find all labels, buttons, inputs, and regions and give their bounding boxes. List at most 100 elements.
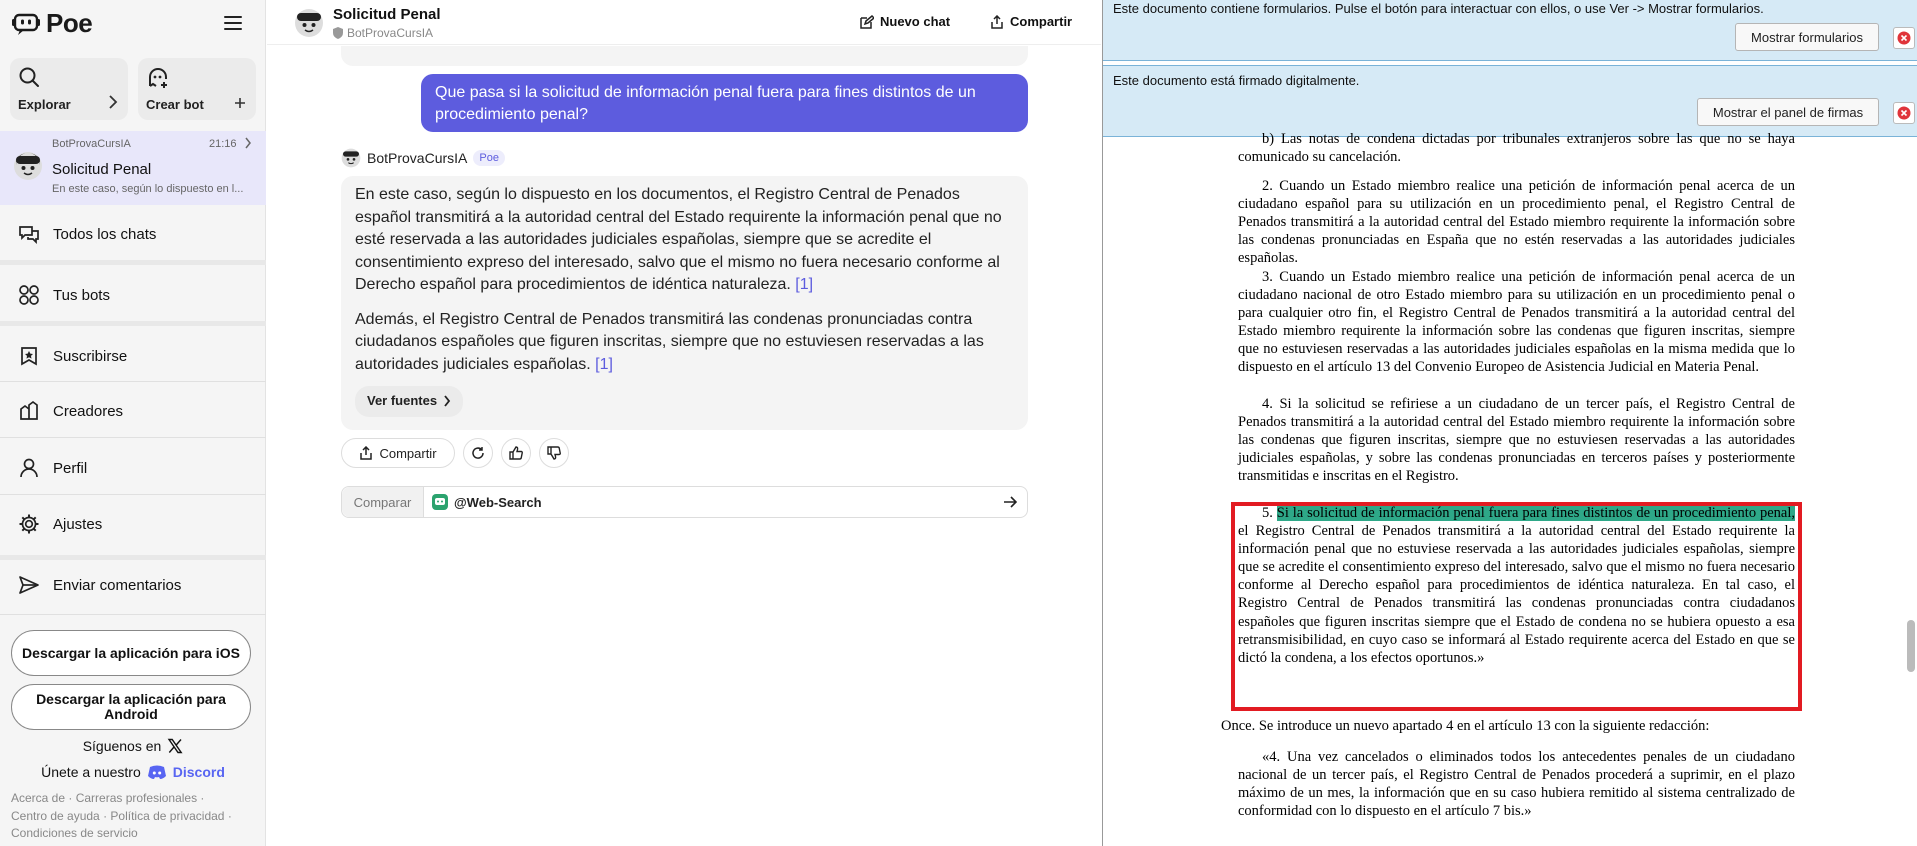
divider [0, 494, 266, 495]
menu-button[interactable] [222, 12, 244, 34]
bot-avatar[interactable] [341, 148, 361, 168]
thumbs-down-icon [547, 446, 561, 460]
bot-paragraph: Además, el Registro Central de Penados t… [355, 309, 1014, 377]
message-actions: Compartir [341, 438, 569, 468]
logo-text: Poe [46, 8, 93, 38]
share-message-button[interactable]: Compartir [341, 438, 455, 468]
compare-label: Comparar [342, 487, 424, 517]
sidebar-item-label: Perfil [53, 459, 88, 477]
shield-icon [333, 27, 343, 39]
recent-bot-name: BotProvaCursIA [52, 138, 131, 150]
join-text: Únete a nuestro [41, 764, 141, 780]
compare-bot-name: @Web-Search [454, 494, 542, 510]
close-forms-banner-button[interactable] [1893, 27, 1915, 49]
divider [0, 321, 266, 326]
chevron-right-icon [443, 395, 451, 407]
web-search-bot-icon [432, 494, 448, 510]
chat-title: Solicitud Penal [333, 6, 441, 23]
creators-icon [17, 399, 41, 423]
chevron-right-icon [108, 95, 118, 112]
bot-name[interactable]: BotProvaCursIA [367, 150, 467, 166]
edit-icon [860, 14, 874, 29]
retry-button[interactable] [463, 438, 493, 468]
scrollbar-thumb[interactable] [1907, 620, 1915, 672]
thumbs-up-button[interactable] [501, 438, 531, 468]
send-icon [17, 573, 41, 597]
sidebar-item-label: Todos los chats [53, 225, 157, 243]
forms-banner-text: Este documento contiene formularios. Pul… [1113, 1, 1764, 16]
close-icon [1897, 31, 1911, 45]
sidebar-item-settings[interactable]: Ajustes [0, 504, 266, 544]
compare-bar[interactable]: Comparar @Web-Search [341, 486, 1028, 518]
view-sources-button[interactable]: Ver fuentes [355, 386, 464, 417]
share-button[interactable]: Compartir [990, 14, 1072, 29]
sidebar-item-all-chats[interactable]: Todos los chats [0, 214, 266, 254]
create-bot-label: Crear bot [146, 97, 204, 112]
refresh-icon [471, 446, 485, 460]
bot-add-icon [146, 66, 170, 95]
recent-time: 21:16 [209, 138, 237, 150]
show-forms-button[interactable]: Mostrar formularios [1735, 23, 1879, 51]
citation-link[interactable]: [1] [595, 356, 613, 373]
plus-icon [234, 96, 246, 112]
explore-tile[interactable]: Explorar [10, 58, 128, 120]
user-message: Que pasa si la solicitud de información … [421, 74, 1028, 132]
close-icon [1897, 106, 1911, 120]
sidebar-item-creators[interactable]: Creadores [0, 391, 266, 431]
footer-links: Acerca de · Carreras profesionales · Cen… [11, 791, 232, 840]
signature-banner: Este documento está firmado digitalmente… [1103, 65, 1917, 137]
recent-chat-item[interactable]: BotProvaCursIA 21:16 Solicitud Penal En … [0, 131, 266, 205]
footer-link[interactable]: Política de privacidad [110, 809, 224, 823]
poe-badge: Poe [473, 150, 505, 166]
footer-link[interactable]: Centro de ayuda [11, 809, 100, 823]
share-icon [359, 446, 373, 460]
footer-link[interactable]: Acerca de [11, 791, 65, 805]
pdf-paragraph: Once. Se introduce un nuevo apartado 4 e… [1221, 718, 1710, 734]
arrow-right-icon[interactable] [1003, 495, 1017, 509]
bot-label: BotProvaCursIA Poe [341, 148, 505, 168]
sidebar-item-your-bots[interactable]: Tus bots [0, 275, 266, 315]
bot-text: En este caso, según lo dispuesto en los … [355, 186, 1002, 293]
chat-subtitle[interactable]: BotProvaCursIA [333, 26, 433, 40]
bot-message: En este caso, según lo dispuesto en los … [341, 176, 1028, 430]
poe-logo-icon [12, 13, 40, 35]
footer-link[interactable]: Condiciones de servicio [11, 826, 138, 840]
recent-preview: En este caso, según lo dispuesto en l... [52, 183, 244, 195]
bot-avatar[interactable] [294, 8, 324, 43]
citation-link[interactable]: [1] [795, 276, 813, 293]
discord-link[interactable]: Discord [173, 764, 225, 780]
thumbs-down-button[interactable] [539, 438, 569, 468]
new-chat-button[interactable]: Nuevo chat [860, 14, 950, 29]
poe-logo[interactable]: Poe [12, 8, 93, 39]
chat-subtitle-text: BotProvaCursIA [347, 26, 434, 40]
signature-banner-text: Este documento está firmado digitalmente… [1113, 73, 1360, 88]
create-bot-tile[interactable]: Crear bot [138, 58, 256, 120]
share-label: Compartir [1010, 14, 1073, 29]
share-icon [990, 14, 1004, 29]
compare-bot[interactable]: @Web-Search [432, 494, 1003, 510]
chats-icon [17, 222, 41, 246]
search-icon [18, 66, 40, 93]
sidebar-item-label: Creadores [53, 402, 124, 420]
x-logo-icon[interactable] [167, 738, 183, 754]
close-signature-banner-button[interactable] [1893, 102, 1915, 124]
sidebar-item-profile[interactable]: Perfil [0, 448, 266, 488]
pdf-viewer: Este documento contiene formularios. Pul… [1102, 0, 1917, 846]
discord-icon [147, 764, 167, 780]
footer-link[interactable]: Carreras profesionales [76, 791, 197, 805]
thumbs-up-icon [509, 446, 523, 460]
download-android-button[interactable]: Descargar la aplicación para Android [11, 684, 251, 730]
red-annotation-box [1231, 502, 1802, 711]
view-sources-label: Ver fuentes [367, 393, 438, 408]
subscribe-icon [17, 344, 41, 368]
discord-row[interactable]: Únete a nuestro Discord [0, 764, 266, 780]
divider [0, 381, 266, 382]
show-signatures-button[interactable]: Mostrar el panel de firmas [1697, 98, 1879, 126]
pdf-paragraph: 2. Cuando un Estado miembro realice una … [1238, 178, 1795, 267]
bot-avatar [13, 151, 43, 186]
pdf-paragraph: b) Las notas de condena dictadas por tri… [1238, 131, 1795, 165]
divider [0, 260, 266, 265]
sidebar-item-feedback[interactable]: Enviar comentarios [0, 565, 266, 605]
download-ios-button[interactable]: Descargar la aplicación para iOS [11, 630, 251, 676]
sidebar-item-subscribe[interactable]: Suscribirse [0, 336, 266, 376]
